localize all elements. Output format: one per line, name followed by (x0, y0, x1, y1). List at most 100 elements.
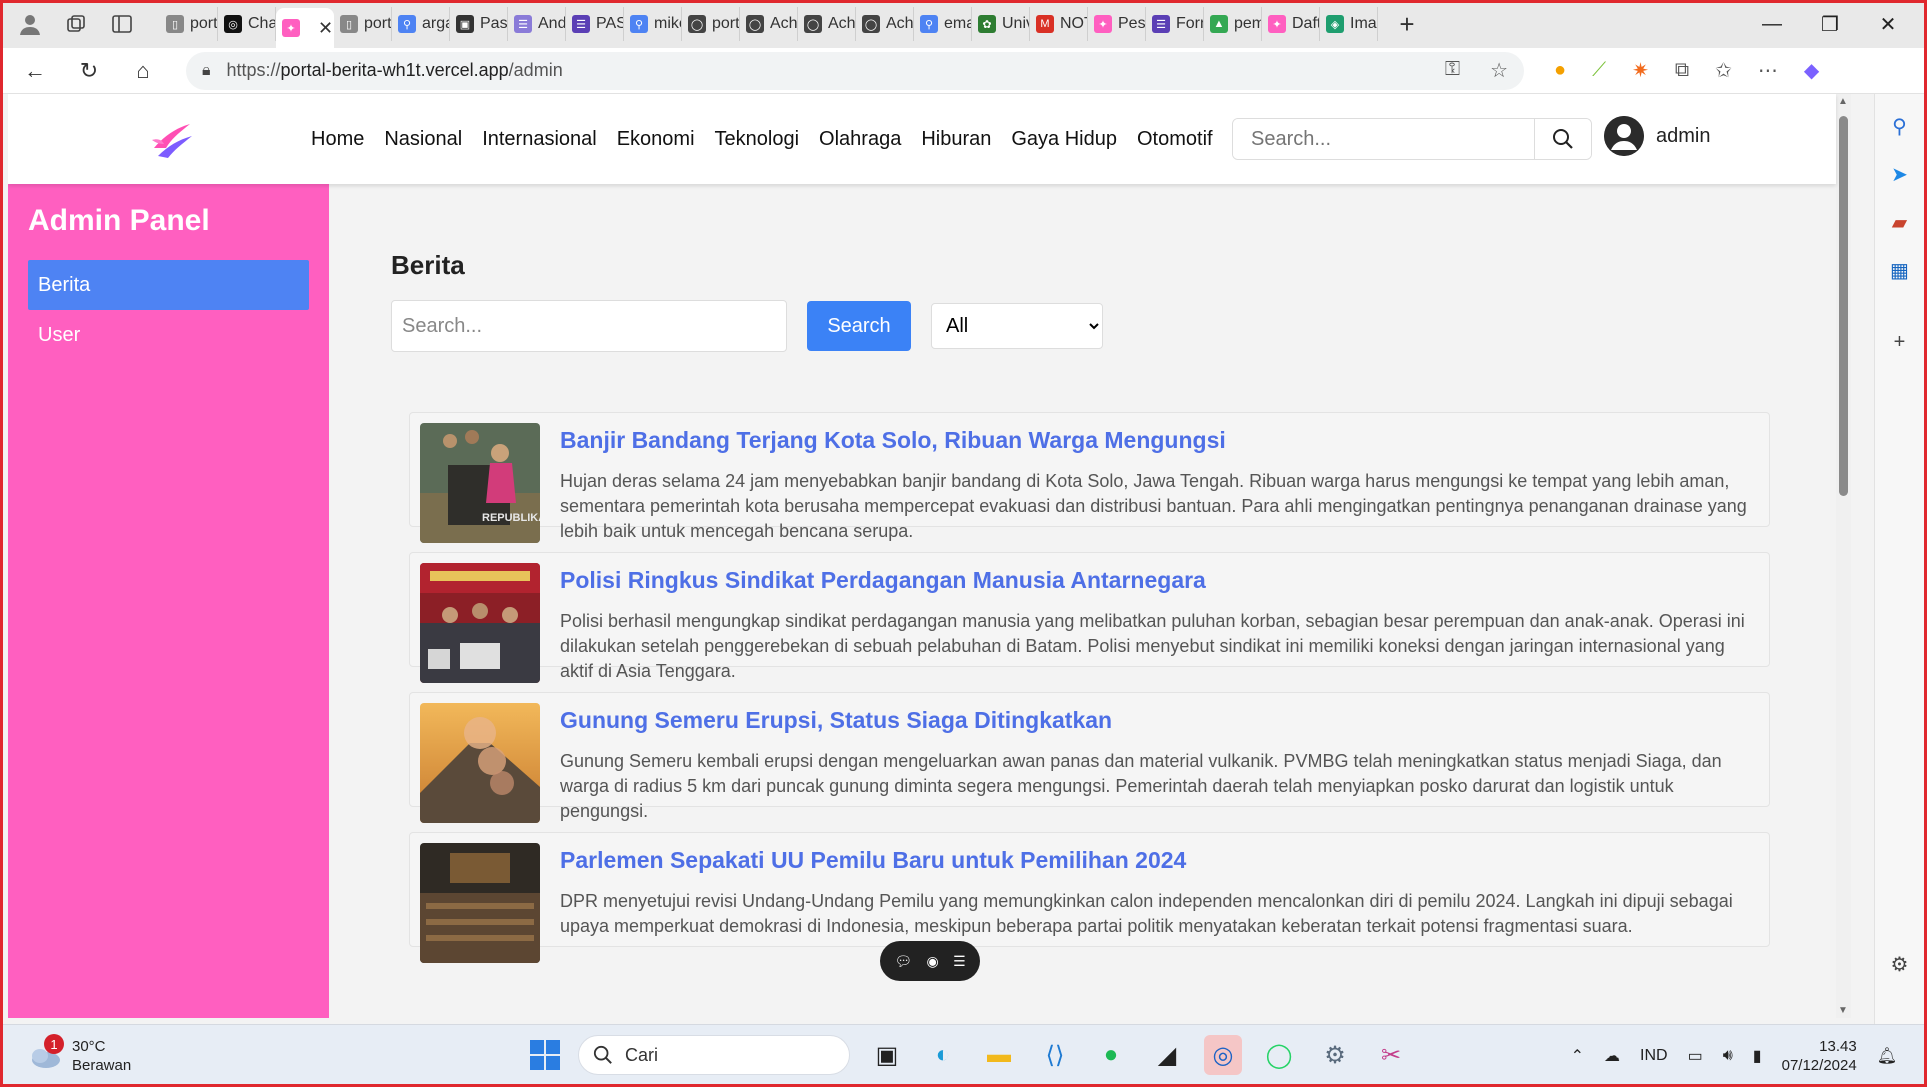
nav-link[interactable]: Internasional (482, 128, 597, 151)
settings-icon[interactable]: ⚙ (1316, 1035, 1354, 1075)
whatsapp-icon[interactable]: ◯ (1260, 1035, 1298, 1075)
news-card[interactable]: Polisi Ringkus Sindikat Perdagangan Manu… (409, 552, 1770, 683)
browser-tab[interactable]: ◯ Achr (740, 7, 798, 41)
profile-icon[interactable] (18, 12, 42, 36)
browser-tab[interactable]: ✦ Daft (1262, 7, 1320, 41)
news-search-input[interactable] (391, 300, 787, 352)
sidebar-search-icon[interactable]: ⚲ (1884, 110, 1916, 142)
nav-link[interactable]: Home (311, 128, 364, 151)
copilot-icon[interactable]: ◆ (1804, 58, 1819, 83)
browser-tab[interactable]: ☰ PAS (566, 7, 624, 41)
back-button[interactable]: ← (16, 52, 54, 90)
browser-tab[interactable]: ◈ Imag (1320, 7, 1378, 41)
browser-tab[interactable]: ⚲ ema (914, 7, 972, 41)
onedrive-cloud-icon[interactable]: ☁ (1604, 1046, 1620, 1066)
browser-tab[interactable]: ☰ Andi (508, 7, 566, 41)
language-indicator[interactable]: IND (1640, 1047, 1668, 1065)
browser-tab[interactable]: ▲ pem (1204, 7, 1262, 41)
chevron-up-icon[interactable]: ⌃ (1571, 1046, 1584, 1066)
close-window-button[interactable]: ✕ (1859, 12, 1917, 37)
home-button[interactable]: ⌂ (124, 52, 162, 90)
page-scrollbar[interactable]: ▲ ▼ (1836, 94, 1851, 1018)
sidebar-item-berita[interactable]: Berita (28, 260, 309, 310)
network-icon[interactable]: ▭ (1688, 1046, 1703, 1066)
nav-link[interactable]: Olahraga (819, 128, 901, 151)
key-icon[interactable]: ⚿ (1445, 58, 1460, 83)
nav-link[interactable]: Ekonomi (617, 128, 695, 151)
news-search-button[interactable]: Search (807, 301, 911, 351)
spotify-icon[interactable]: ● (1092, 1035, 1130, 1075)
notification-bell-icon[interactable]: 🔔︎ (1877, 1046, 1897, 1066)
scroll-down-arrow[interactable]: ▼ (1838, 1005, 1848, 1016)
nav-link[interactable]: Gaya Hidup (1011, 128, 1117, 151)
nav-link[interactable]: Otomotif (1137, 128, 1213, 151)
site-logo[interactable] (150, 118, 194, 162)
extension-icon-2[interactable]: ⟋ (1592, 59, 1606, 82)
workspaces-icon[interactable] (64, 12, 88, 36)
news-title-link[interactable]: Gunung Semeru Erupsi, Status Siaga Ditin… (560, 707, 1112, 734)
reload-button[interactable]: ↻ (70, 52, 108, 90)
browser-tab[interactable]: ✿ Univ (972, 7, 1030, 41)
browser-tab[interactable]: ◎ Chat (218, 7, 276, 41)
file-explorer-icon[interactable]: ▬ (980, 1035, 1018, 1075)
nav-link[interactable]: Nasional (384, 128, 462, 151)
comment-icon[interactable]: 💬︎ (894, 953, 912, 970)
browser-tab[interactable]: ▯ port (334, 7, 392, 41)
taskbar-search[interactable]: Cari (578, 1035, 850, 1075)
extension-icon-3[interactable]: ✷ (1632, 58, 1649, 83)
app-icon-dark[interactable]: ◢ (1148, 1035, 1186, 1075)
vertical-tabs-icon[interactable] (110, 12, 134, 36)
browser-tab[interactable]: ▯ port (160, 7, 218, 41)
extension-icon-1[interactable]: ● (1554, 59, 1566, 82)
weather-widget[interactable]: 1 30°C Berawan (28, 1034, 131, 1075)
browser-tab[interactable]: ◯ port (682, 7, 740, 41)
task-view-icon[interactable]: ▣ (868, 1035, 906, 1075)
news-title-link[interactable]: Banjir Bandang Terjang Kota Solo, Ribuan… (560, 427, 1226, 454)
scroll-up-arrow[interactable]: ▲ (1838, 96, 1848, 107)
browser-tab[interactable]: ⚲ arga (392, 7, 450, 41)
scrollbar-thumb[interactable] (1839, 116, 1848, 496)
volume-icon[interactable]: 🔊︎ (1723, 1047, 1733, 1065)
category-select[interactable]: All (931, 303, 1103, 349)
browser-tab[interactable]: ◯ Achr (798, 7, 856, 41)
nav-link[interactable]: Teknologi (715, 128, 800, 151)
browser-tab[interactable]: ◯ Achr (856, 7, 914, 41)
minimize-button[interactable]: — (1743, 13, 1801, 36)
battery-icon[interactable]: ▮ (1753, 1046, 1762, 1066)
header-search-input[interactable] (1233, 119, 1534, 159)
user-menu[interactable]: admin (1604, 116, 1710, 156)
sidebar-tools-icon[interactable]: ▰ (1884, 206, 1916, 238)
browser-tab[interactable]: M NOT (1030, 7, 1088, 41)
edge-browser-icon[interactable]: ◐ (924, 1035, 962, 1075)
sidebar-telegram-icon[interactable]: ➤ (1884, 158, 1916, 190)
more-menu-icon[interactable]: ⋯ (1758, 58, 1778, 83)
new-tab-button[interactable]: + (1392, 9, 1422, 40)
lock-icon[interactable]: 🔒︎ (202, 62, 211, 80)
favorites-icon[interactable]: ✩ (1715, 58, 1732, 83)
favorite-star-icon[interactable]: ☆ (1490, 58, 1508, 83)
extensions-puzzle-icon[interactable]: ⧉ (1675, 59, 1689, 82)
close-tab-icon[interactable]: ✕ (318, 18, 333, 39)
windows-start-icon[interactable] (530, 1040, 560, 1070)
nav-link[interactable]: Hiburan (921, 128, 991, 151)
clock[interactable]: 13.43 07/12/2024 (1782, 1037, 1857, 1075)
news-title-link[interactable]: Polisi Ringkus Sindikat Perdagangan Manu… (560, 567, 1206, 594)
news-card[interactable]: Gunung Semeru Erupsi, Status Siaga Ditin… (409, 692, 1770, 823)
sidebar-settings-icon[interactable]: ⚙ (1884, 948, 1916, 980)
browser-tab[interactable]: ⚲ mike (624, 7, 682, 41)
news-title-link[interactable]: Parlemen Sepakati UU Pemilu Baru untuk P… (560, 847, 1186, 874)
snipping-tool-icon[interactable]: ◎ (1204, 1035, 1242, 1075)
menu-icon[interactable]: ☰ (953, 953, 966, 970)
snip-sketch-icon[interactable]: ✂ (1372, 1035, 1410, 1075)
browser-tab[interactable]: ✦ ✕ (276, 8, 334, 48)
eye-icon[interactable]: ◉ (927, 953, 939, 970)
news-card[interactable]: REPUBLIKA Banjir Bandang Terjang Kota So… (409, 412, 1770, 543)
address-bar[interactable]: 🔒︎ https://portal-berita-wh1t.vercel.app… (186, 51, 1524, 90)
browser-tab[interactable]: ☰ Form (1146, 7, 1204, 41)
sidebar-outlook-icon[interactable]: ▦ (1884, 254, 1916, 286)
restore-button[interactable]: ❐ (1801, 12, 1859, 37)
sidebar-item-user[interactable]: User (28, 310, 309, 360)
vscode-icon[interactable]: ⟨⟩ (1036, 1035, 1074, 1075)
browser-tab[interactable]: ▣ Pasc (450, 7, 508, 41)
browser-tab[interactable]: ✦ Pese (1088, 7, 1146, 41)
